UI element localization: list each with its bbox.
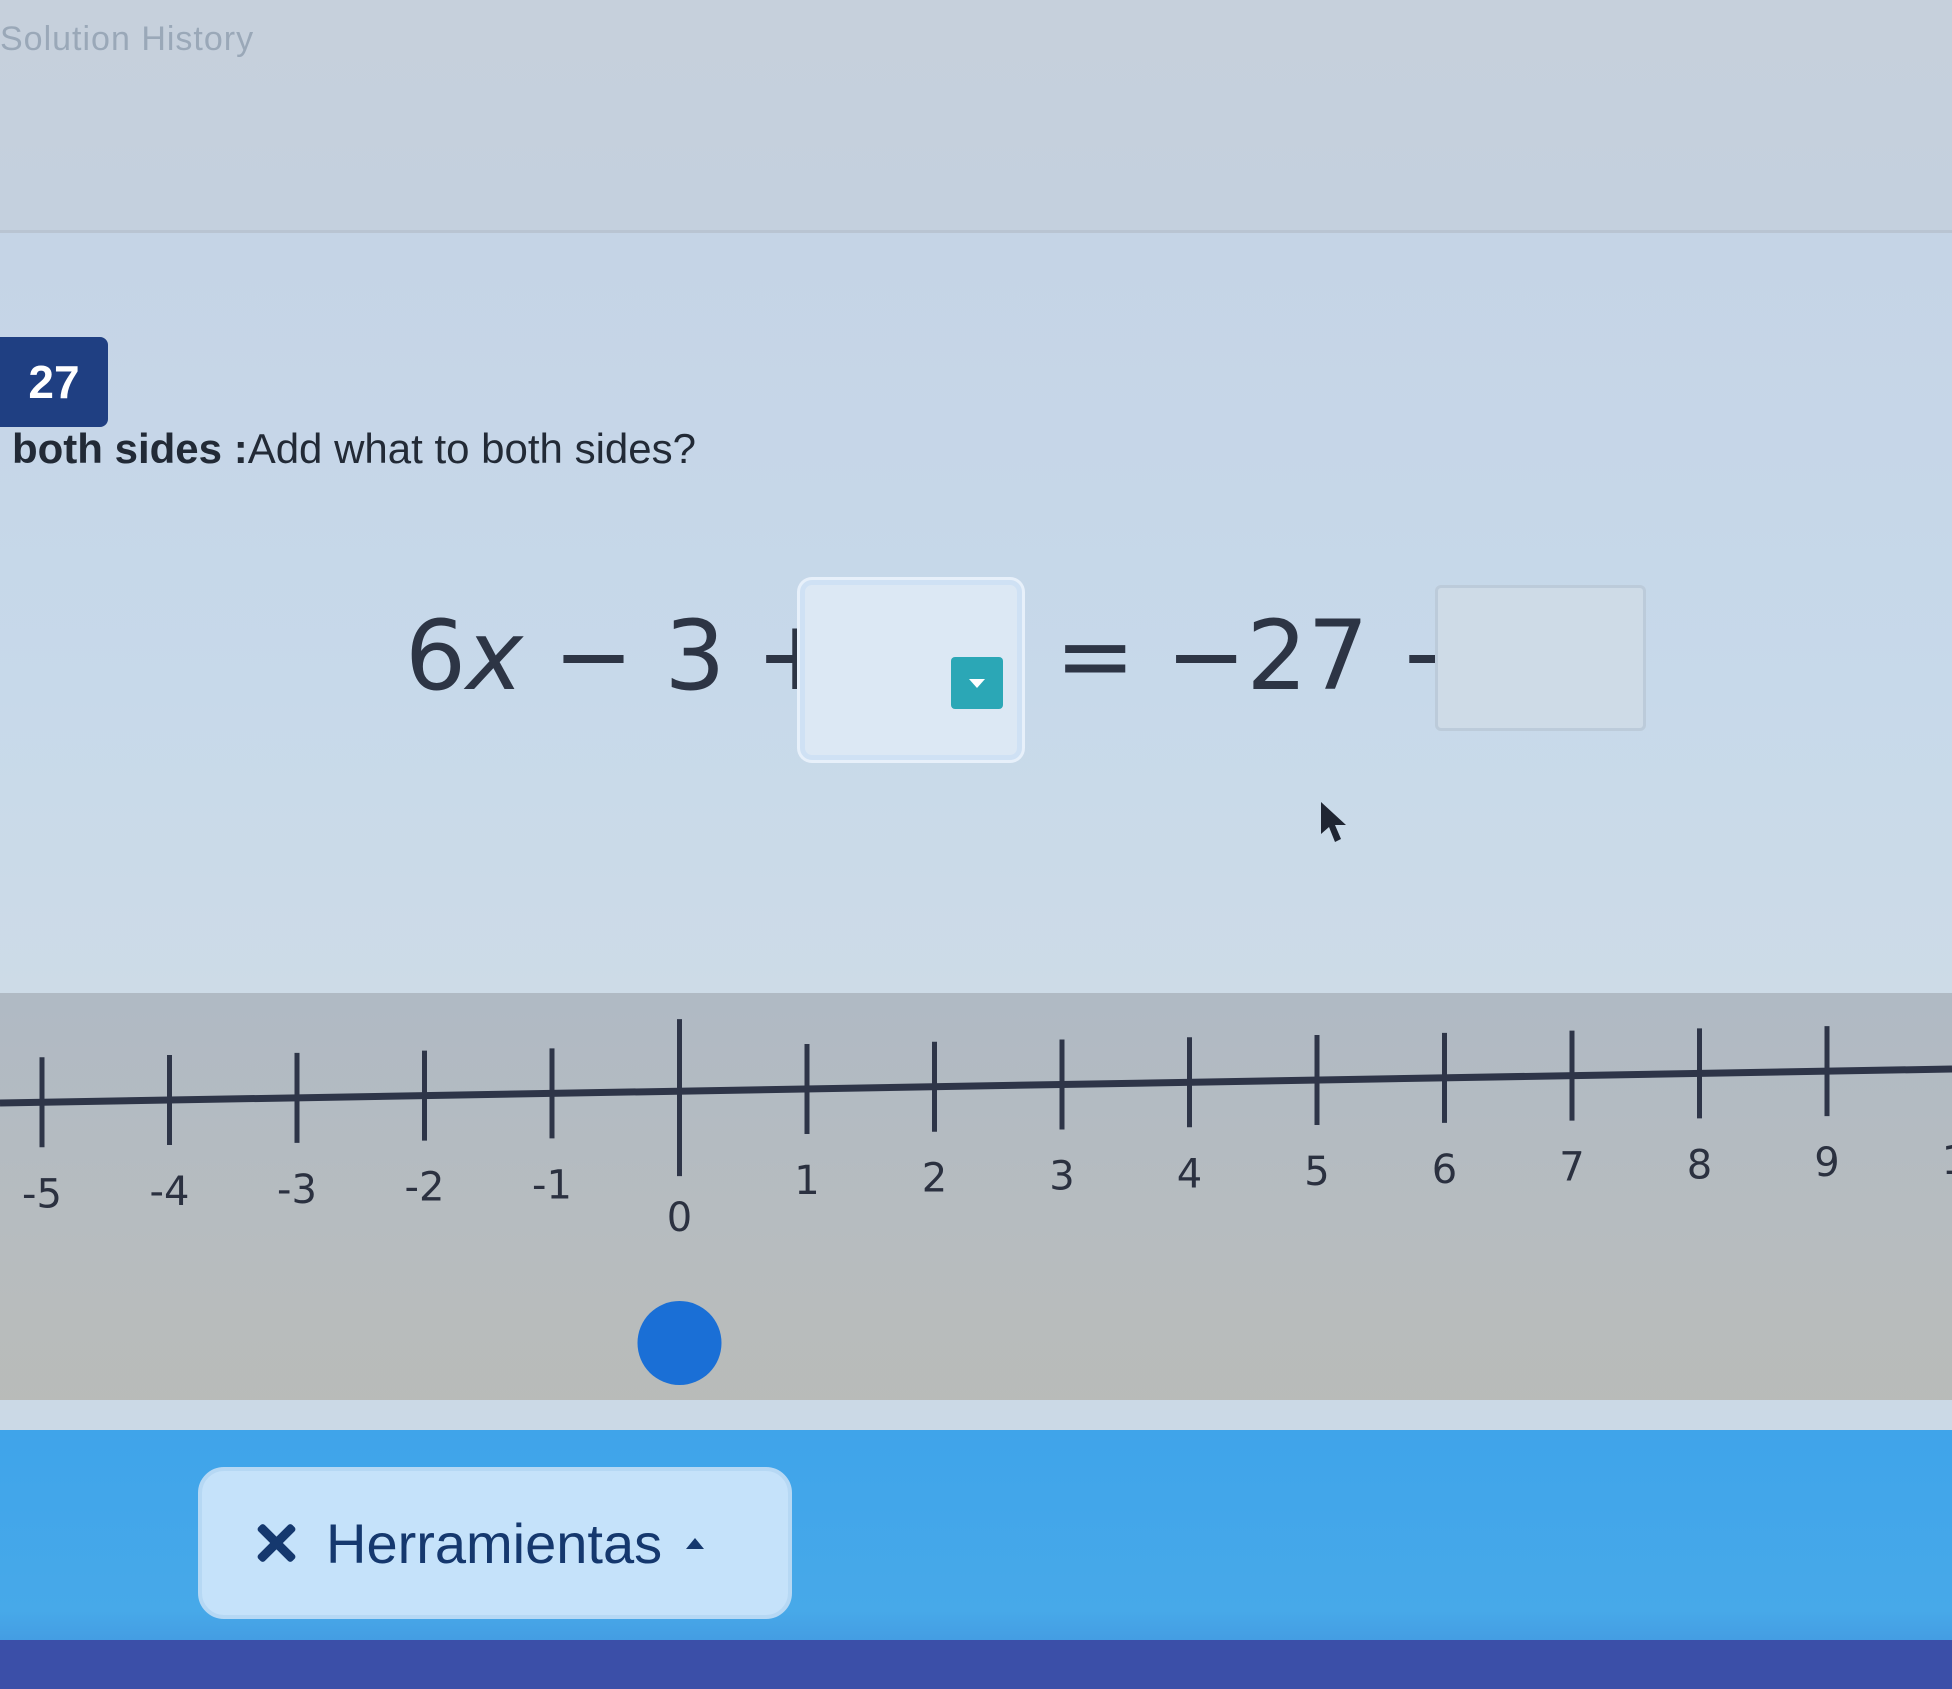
- solution-history-link[interactable]: Solution History: [0, 20, 254, 59]
- second-answer-box[interactable]: [1435, 585, 1646, 731]
- dropdown-caret-icon[interactable]: [951, 657, 1003, 709]
- tick-label: 8: [1687, 1142, 1712, 1188]
- tick-label: 7: [1559, 1145, 1584, 1191]
- tick-label: 4: [1177, 1151, 1202, 1197]
- tick-label: 3: [1049, 1154, 1074, 1200]
- tick-label: 2: [922, 1156, 947, 1202]
- answer-input-box[interactable]: [800, 580, 1022, 760]
- step-number-badge: 27: [0, 337, 108, 427]
- lhs-variable: x: [466, 600, 523, 712]
- tick-label: 6: [1432, 1147, 1457, 1193]
- caret-up-icon: [686, 1537, 705, 1549]
- number-line-point-handle[interactable]: [637, 1301, 722, 1385]
- tick-label: -3: [277, 1167, 317, 1213]
- tick-label: 5: [1304, 1149, 1329, 1195]
- tick-label: -2: [405, 1165, 445, 1211]
- tick-label: 9: [1814, 1140, 1839, 1186]
- lhs-rest: − 3 +: [522, 600, 837, 712]
- tools-button-label: Herramientas: [326, 1511, 663, 1575]
- tick-label: 1: [794, 1158, 819, 1204]
- prompt-bold-label: both sides :: [12, 425, 248, 472]
- top-header: Solution History: [0, 0, 1952, 233]
- number-line[interactable]: -5 -4 -3 -2 -1 0 1 2 3 4 5 6 7 8 9 1: [0, 993, 1952, 1425]
- mouse-cursor-icon: [1321, 802, 1346, 842]
- number-line-axis: [0, 1065, 1952, 1107]
- tools-button[interactable]: Herramientas: [198, 1467, 792, 1619]
- tick-label: 1: [1942, 1138, 1952, 1184]
- tick-label: -4: [150, 1169, 190, 1215]
- tick-label: -5: [22, 1171, 62, 1217]
- tick-label: 0: [667, 1195, 692, 1241]
- equation-left-side: 6x − 3 +: [405, 600, 836, 712]
- equation-right-side: = −27 +: [1055, 600, 1480, 712]
- tick-label: -1: [532, 1162, 572, 1208]
- lhs-coefficient: 6: [405, 600, 467, 712]
- step-prompt: both sides :Add what to both sides?: [12, 425, 696, 473]
- tools-icon: [252, 1519, 300, 1567]
- bottom-strip: [0, 1640, 1952, 1689]
- equation-row: 6x − 3 + = −27 +: [0, 560, 1952, 760]
- prompt-question: Add what to both sides?: [247, 425, 696, 472]
- number-line-panel[interactable]: -5 -4 -3 -2 -1 0 1 2 3 4 5 6 7 8 9 1: [0, 993, 1952, 1425]
